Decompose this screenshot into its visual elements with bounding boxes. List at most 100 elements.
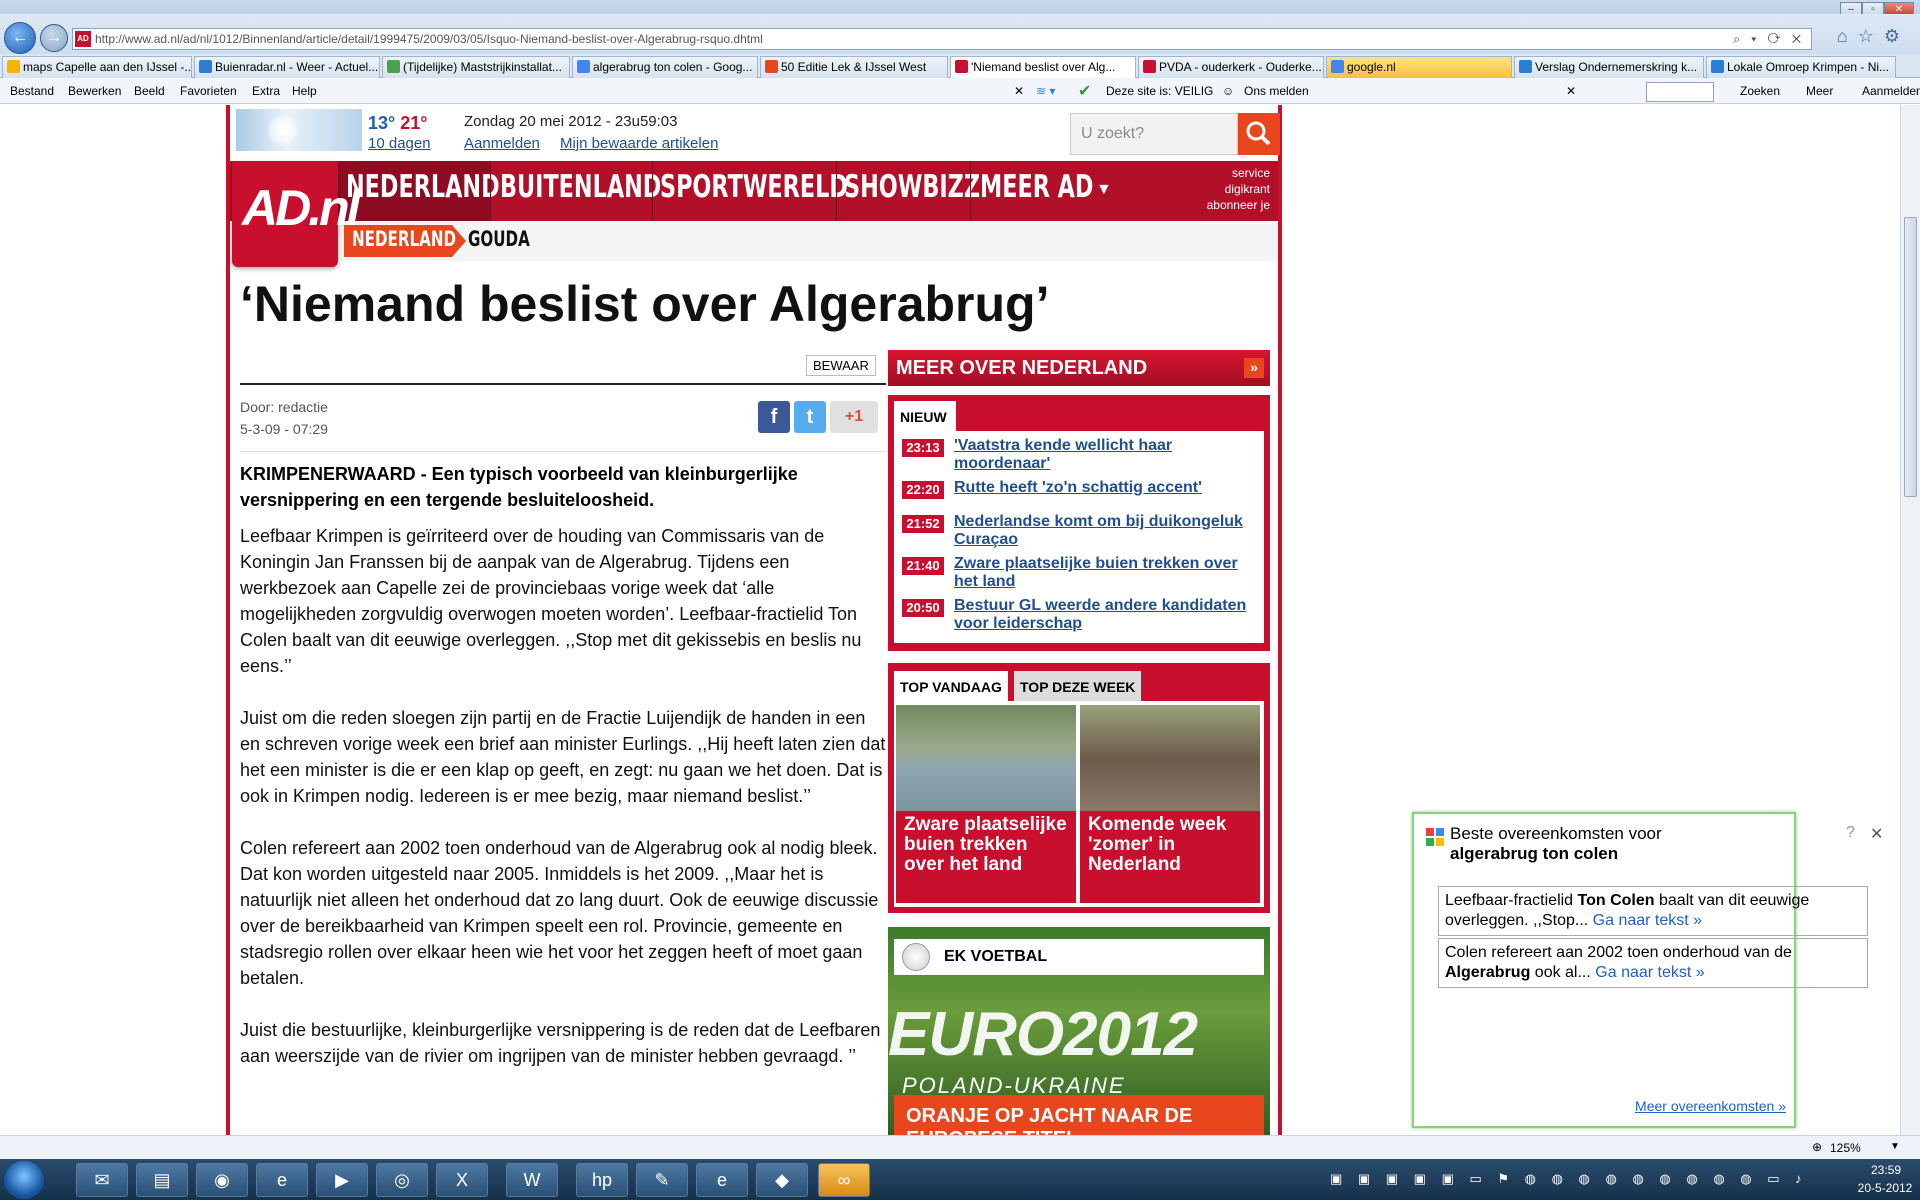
back-button[interactable]: ← — [4, 22, 36, 54]
news-link[interactable]: Bestuur GL weerde andere kandidaten voor… — [954, 597, 1254, 633]
system-tray[interactable]: ▣ ▣ ▣ ▣ ▣ ▭ ⚑ ◍ ◍ ◍ ◍ ◍ ◍ ◍ ◍ ◍ ▭ ♪ — [1330, 1171, 1808, 1187]
close-toolbar-icon[interactable]: ✕ — [1014, 84, 1024, 98]
subscribe-link[interactable]: abonneer je — [1190, 197, 1270, 213]
tab[interactable]: Buienradar.nl - Weer - Actuel... — [194, 56, 380, 78]
menu-edit[interactable]: Bewerken — [68, 84, 121, 98]
wifi-toolbar-icon[interactable]: ≋ ▾ — [1036, 84, 1055, 98]
google-search-input[interactable] — [1646, 82, 1714, 102]
report-label[interactable]: Ons melden — [1244, 84, 1309, 98]
facebook-share-icon[interactable]: f — [758, 401, 790, 433]
tab-top-vandaag[interactable]: TOP VANDAAG — [894, 671, 1008, 701]
vertical-scrollbar[interactable] — [1900, 105, 1920, 1135]
word-icon[interactable]: W — [506, 1163, 558, 1197]
ad-logo[interactable]: AD.nl — [232, 161, 361, 267]
top-story-tile[interactable]: Komende week 'zomer' in Nederland — [1080, 705, 1260, 903]
address-tools-icon[interactable]: ⌕ ▾ ⟳ ✕ — [1733, 29, 1805, 49]
clock-date[interactable]: 20-5-2012 — [1850, 1181, 1920, 1195]
outlook-icon[interactable]: ✉ — [76, 1163, 128, 1197]
match-result: Colen refereert aan 2002 toen onderhoud … — [1438, 938, 1868, 988]
tab[interactable]: 50 Editie Lek & IJssel West — [760, 56, 948, 78]
digikrant-link[interactable]: digikrant — [1190, 181, 1270, 197]
excel-icon[interactable]: X — [436, 1163, 488, 1197]
start-button[interactable] — [4, 1161, 44, 1199]
google-search-label[interactable]: Zoeken — [1740, 84, 1780, 98]
nav-buitenland[interactable]: BUITENLAND — [500, 169, 661, 213]
news-link[interactable]: Rutte heeft 'zo'n schattig accent' — [954, 479, 1254, 497]
scrollbar-thumb[interactable] — [1904, 217, 1917, 497]
tab[interactable]: (Tijdelijke) Maststrijkinstallat... — [382, 56, 570, 78]
menu-help[interactable]: Help — [292, 84, 317, 98]
article-body: Leefbaar Krimpen is geïrriteerd over de … — [240, 523, 886, 1095]
zoom-level[interactable]: 125% — [1830, 1141, 1861, 1155]
tab[interactable]: google.nl — [1326, 56, 1512, 78]
news-time: 21:40 — [902, 557, 944, 575]
ie-window-icon[interactable]: e — [696, 1163, 748, 1197]
nav-sportwereld[interactable]: SPORTWERELD — [660, 169, 848, 213]
menu-favorites[interactable]: Favorieten — [180, 84, 237, 98]
tab[interactable]: Verslag Ondernemerskring k... — [1514, 56, 1704, 78]
chevron-down-icon[interactable]: ▼ — [1096, 181, 1112, 199]
tab[interactable]: PVDA - ouderkerk - Ouderke... — [1138, 56, 1324, 78]
google-more-label[interactable]: Meer — [1806, 84, 1833, 98]
explorer-icon[interactable]: ▤ — [136, 1163, 188, 1197]
save-button[interactable]: BEWAAR — [806, 355, 876, 376]
address-bar[interactable]: AD http://www.ad.nl/ad/nl/1012/Binnenlan… — [72, 28, 1812, 50]
nav-meer-ad[interactable]: MEER AD — [980, 169, 1093, 213]
news-link[interactable]: Zware plaatselijke buien trekken over he… — [954, 555, 1254, 591]
service-links: service digikrant abonneer je — [1190, 165, 1270, 213]
news-link[interactable]: 'Vaatstra kende wellicht haar moordenaar… — [954, 437, 1254, 473]
google-login-label[interactable]: Aanmelden — [1862, 84, 1920, 98]
nav-nederland[interactable]: NEDERLAND — [346, 169, 500, 213]
media-player-icon[interactable]: ▶ — [316, 1163, 368, 1197]
article-date: 5-3-09 - 07:29 — [240, 421, 328, 437]
menu-file[interactable]: Bestand — [10, 84, 54, 98]
tab-active[interactable]: 'Niemand beslist over Alg... — [950, 56, 1136, 78]
site-search-input[interactable]: U zoekt? — [1070, 113, 1238, 155]
forecast-link[interactable]: 10 dagen — [368, 135, 431, 152]
more-matches-link[interactable]: Meer overeenkomsten » — [1635, 1098, 1786, 1114]
nav-showbizz[interactable]: SHOWBIZZ — [844, 169, 980, 213]
chrome-icon[interactable]: ◎ — [376, 1163, 428, 1197]
ek-voetbal-banner[interactable]: EK VOETBAL EURO2012 POLAND-UKRAINE ORANJ… — [888, 927, 1270, 1135]
hp-icon[interactable]: hp — [576, 1163, 628, 1197]
url-text: http://www.ad.nl/ad/nl/1012/Binnenland/a… — [95, 32, 763, 46]
forward-button[interactable]: → — [40, 24, 68, 52]
home-favorites-tools-icon[interactable]: ⌂☆⚙ — [1837, 26, 1910, 47]
app-icon[interactable]: ◆ — [756, 1163, 808, 1197]
twitter-share-icon[interactable]: t — [794, 401, 826, 433]
tab-top-deze-week[interactable]: TOP DEZE WEEK — [1014, 671, 1142, 701]
news-link[interactable]: Nederlandse komt om bij duikongeluk Cura… — [954, 513, 1254, 549]
goto-text-link[interactable]: Ga naar tekst » — [1593, 912, 1702, 929]
tab[interactable]: maps Capelle aan den IJssel -... — [2, 56, 192, 78]
login-link[interactable]: Aanmelden — [464, 135, 540, 152]
active-app-icon[interactable]: ∞ — [818, 1163, 870, 1197]
tab-favicon-icon — [1711, 60, 1724, 73]
service-link[interactable]: service — [1190, 165, 1270, 181]
tab[interactable]: Lokale Omroep Krimpen - Ni... — [1706, 56, 1896, 78]
ek-promo-link[interactable]: ORANJE OP JACHT NAAR DE EUROPESE TITEL » — [894, 1095, 1264, 1135]
saved-articles-link[interactable]: Mijn bewaarde artikelen — [560, 135, 718, 152]
menu-tools[interactable]: Extra — [252, 84, 280, 98]
double-chevron-right-icon[interactable]: » — [1244, 358, 1264, 378]
subnav-gouda[interactable]: GOUDA — [468, 227, 530, 251]
internet-explorer-icon[interactable]: e — [256, 1163, 308, 1197]
close-icon[interactable]: ✕ — [1870, 824, 1883, 844]
weather-image — [236, 109, 362, 151]
help-icon[interactable]: ? — [1846, 824, 1855, 842]
top-story-tile[interactable]: Zware plaatselijke buien trekken over he… — [896, 705, 1076, 903]
paint-icon[interactable]: ✎ — [636, 1163, 688, 1197]
tab-nieuw[interactable]: NIEUW — [894, 401, 956, 431]
divider — [240, 383, 886, 385]
goto-text-link[interactable]: Ga naar tekst » — [1595, 964, 1704, 981]
tab[interactable]: algerabrug ton colen - Goog... — [572, 56, 758, 78]
safe-site-label[interactable]: Deze site is: VEILIG — [1106, 84, 1213, 98]
search-button[interactable] — [1238, 113, 1280, 155]
subnav-nederland[interactable]: NEDERLAND — [352, 227, 456, 251]
menu-view[interactable]: Beeld — [134, 84, 165, 98]
gplus-share-icon[interactable]: +1 — [830, 401, 878, 433]
more-about-header[interactable]: MEER OVER NEDERLAND » — [888, 350, 1270, 386]
spotify-icon[interactable]: ◉ — [196, 1163, 248, 1197]
clock-time[interactable]: 23:59 — [1856, 1163, 1916, 1177]
chevron-down-icon[interactable]: ▼ — [1890, 1141, 1900, 1152]
close-google-toolbar-icon[interactable]: ✕ — [1566, 84, 1576, 98]
